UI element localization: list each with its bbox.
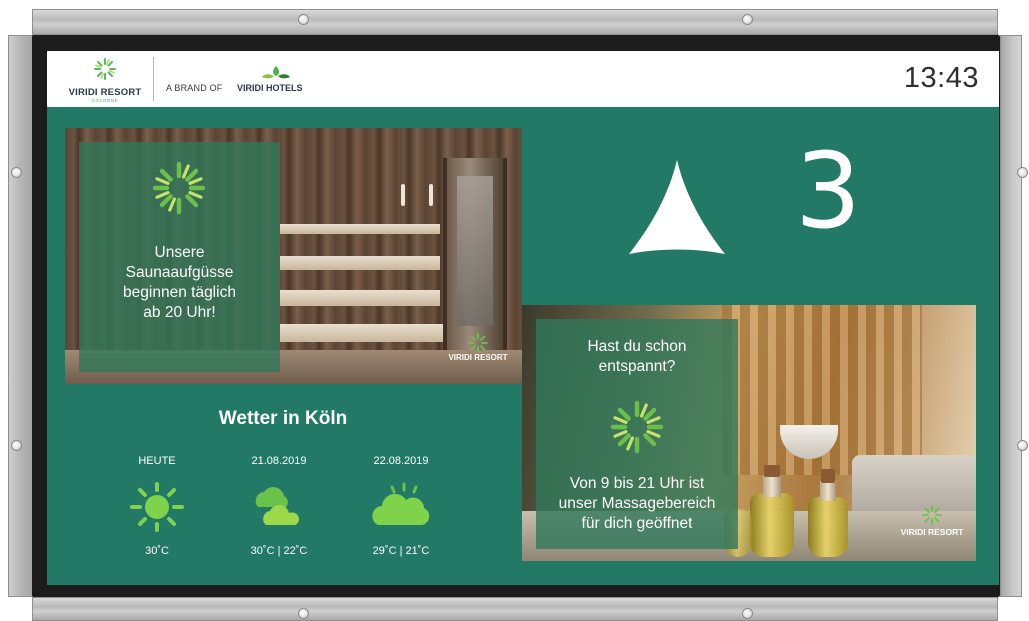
screw xyxy=(11,167,22,178)
frame-rail-right xyxy=(1000,35,1022,597)
sun-icon xyxy=(130,482,184,532)
resort-city: COLOGNE xyxy=(91,98,119,103)
weather-temp: 30˚C xyxy=(145,545,169,557)
frame-rail-left xyxy=(8,35,34,597)
oil-bottle-neck xyxy=(763,475,781,497)
sunburst-logo-icon xyxy=(922,505,942,525)
oil-bottle xyxy=(808,497,848,557)
sauna-watermark-text: VIRIDI RESORT xyxy=(448,353,508,362)
sauna-bench xyxy=(280,290,440,306)
header-bar: VIRIDI RESORT COLOGNE A BRAND OF VIRIDI … xyxy=(47,51,999,107)
sauna-watermark-logo: VIRIDI RESORT xyxy=(441,333,515,367)
parent-brand-logo: VIRIDI HOTELS xyxy=(235,65,309,97)
sunburst-logo-icon xyxy=(94,58,116,80)
massage-hours-message: Von 9 bis 21 Uhr ist unser Massagebereic… xyxy=(558,475,716,532)
weather-day-2: 21.08.2019 30˚C | 22˚C xyxy=(229,455,329,557)
massage-question: Hast du schon entspannt? xyxy=(587,338,687,375)
screw xyxy=(298,608,309,619)
weather-temp: 29˚C | 21˚C xyxy=(372,545,430,557)
sunburst-logo-icon xyxy=(610,400,664,454)
sauna-bench xyxy=(280,224,440,234)
signage-screen: VIRIDI RESORT COLOGNE A BRAND OF VIRIDI … xyxy=(47,51,999,585)
weather-date: HEUTE xyxy=(138,455,176,467)
sauna-bench xyxy=(280,256,440,270)
weather-date: 21.08.2019 xyxy=(251,455,307,467)
weather-day-today: HEUTE 30˚C xyxy=(107,455,207,557)
massage-watermark-logo: VIRIDI RESORT xyxy=(894,505,970,549)
floor-number: 3 xyxy=(795,130,862,252)
oil-bottle-neck xyxy=(820,481,836,501)
sun-behind-cloud-icon xyxy=(372,482,430,525)
frame-rail-top xyxy=(32,9,998,35)
screw xyxy=(298,14,309,25)
sauna-light xyxy=(429,184,433,206)
massage-watermark-text: VIRIDI RESORT xyxy=(900,527,964,537)
sauna-light xyxy=(401,184,405,206)
up-arrow-icon xyxy=(629,160,725,254)
massage-text-overlay: Hast du schon entspannt? Von 9 bis 21 Uh… xyxy=(536,319,738,549)
leaf-logo-icon xyxy=(262,66,290,79)
sunburst-logo-icon xyxy=(468,333,488,353)
cloud-icon xyxy=(255,487,300,525)
weather-day-3: 22.08.2019 29˚C | 21˚C xyxy=(351,455,451,557)
screw xyxy=(742,608,753,619)
weather-date: 22.08.2019 xyxy=(373,455,429,467)
sauna-promo-panel: Unsere Saunaaufgüsse beginnen täglich ab… xyxy=(65,128,522,384)
sunburst-logo-icon xyxy=(152,161,206,215)
screw xyxy=(11,440,22,451)
clock: 13:43 xyxy=(903,62,979,94)
oil-bottle xyxy=(750,493,794,557)
parent-brand-name: VIRIDI HOTELS xyxy=(237,83,303,93)
oil-bottle-cork xyxy=(764,465,780,477)
resort-logo: VIRIDI RESORT COLOGNE xyxy=(65,57,145,103)
massage-promo-panel: Hast du schon entspannt? Von 9 bis 21 Uh… xyxy=(522,305,976,561)
oil-bottle-cork xyxy=(821,469,835,483)
weather-title: Wetter in Köln xyxy=(218,408,348,429)
frame-rail-bottom xyxy=(32,597,998,621)
screw xyxy=(742,14,753,25)
brand-of-label: A BRAND OF xyxy=(166,83,223,93)
resort-name: VIRIDI RESORT xyxy=(68,87,142,98)
screw xyxy=(1017,440,1028,451)
sauna-text-overlay: Unsere Saunaaufgüsse beginnen täglich ab… xyxy=(79,142,280,372)
sauna-message: Unsere Saunaaufgüsse beginnen täglich ab… xyxy=(123,244,236,321)
sauna-door-glass xyxy=(457,176,493,326)
screw xyxy=(1017,167,1028,178)
weather-temp: 30˚C | 22˚C xyxy=(250,545,308,557)
header-divider xyxy=(153,57,154,101)
